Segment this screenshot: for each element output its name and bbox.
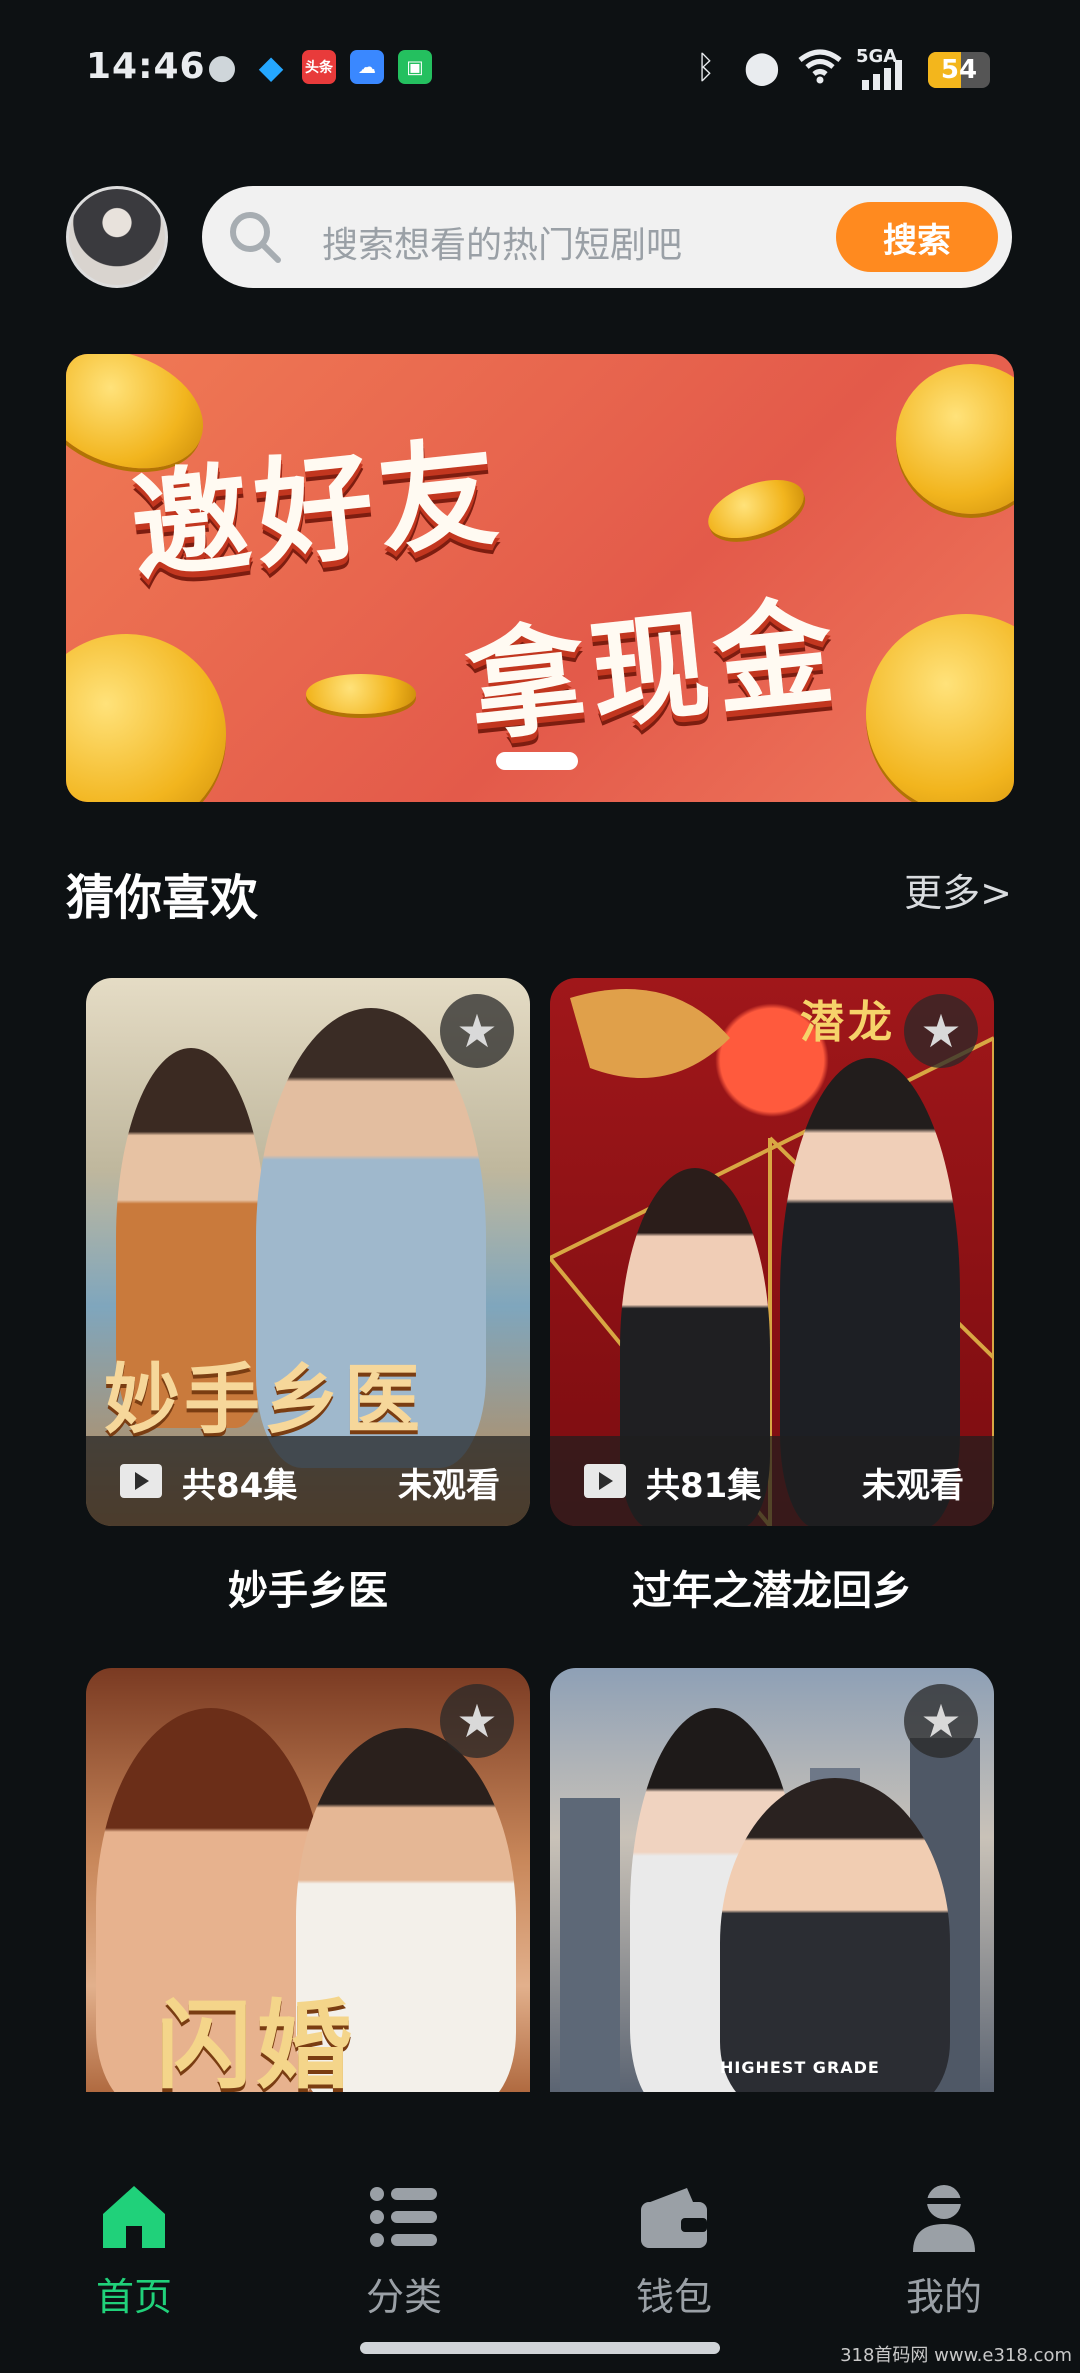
more-link[interactable]: 更多> [904, 862, 1012, 917]
drama-card[interactable]: 妙手乡医 ★ 共84集 未观看 [86, 978, 530, 1526]
play-icon [584, 1464, 626, 1498]
mall-icon: ▣ [398, 50, 432, 84]
nav-item-profile[interactable]: 我的 [864, 2180, 1024, 2321]
drama-card[interactable]: 闪婚 ★ [86, 1668, 530, 2092]
episode-info-bar: 共81集 未观看 [550, 1436, 994, 1526]
poster-title: 妙手乡医 [104, 1355, 424, 1444]
nav-item-home[interactable]: 首页 [54, 2180, 214, 2321]
search-button[interactable]: 搜索 [836, 202, 998, 272]
weather-icon: ☁ [350, 50, 384, 84]
coin-decoration [66, 634, 226, 802]
wifi-icon [796, 48, 844, 92]
home-icon [97, 2180, 171, 2254]
search-input[interactable]: 搜索想看的热门短剧吧 [322, 216, 682, 268]
user-icon [907, 2180, 981, 2254]
poster-title: 闪婚 [156, 1990, 356, 2092]
search-bar[interactable]: 搜索想看的热门短剧吧 搜索 [202, 186, 1012, 288]
section-title: 猜你喜欢 [66, 870, 259, 926]
toutiao-icon: 头条 [302, 50, 336, 84]
avatar[interactable] [66, 186, 168, 288]
favorite-star-icon[interactable]: ★ [440, 994, 514, 1068]
watermark: 318首码网 www.e318.com [840, 2345, 1072, 2366]
poster-title: 潜龙 [800, 997, 896, 1048]
coin-decoration [896, 364, 1014, 514]
poster-title: HIGHEST GRADE [720, 2058, 880, 2077]
drama-card[interactable]: 潜龙 ★ 共81集 未观看 [550, 978, 994, 1526]
nav-label: 首页 [95, 2275, 172, 2319]
episode-count: 共84集 [182, 1466, 298, 1506]
status-time: 14:46 [86, 46, 206, 87]
favorite-star-icon[interactable]: ★ [440, 1684, 514, 1758]
wechat-icon: ● [207, 47, 237, 87]
nav-label: 我的 [905, 2275, 982, 2319]
battery-indicator: 54 [928, 52, 990, 88]
list-icon [367, 2180, 441, 2254]
watch-status: 未观看 [862, 1466, 964, 1506]
favorite-star-icon[interactable]: ★ [904, 1684, 978, 1758]
episode-count: 共81集 [646, 1466, 762, 1506]
status-bar: 14:46 ● ◆ 头条 ☁ ▣ ᛒ ⬤ 5GA 54 [0, 0, 1080, 140]
qq-icon: ◆ [258, 48, 284, 86]
carousel-indicator[interactable] [496, 752, 578, 770]
drama-title[interactable]: 妙手乡医 [86, 1558, 530, 1616]
bottom-nav: 首页 分类 钱包 我的 [0, 2150, 1080, 2373]
search-icon [230, 212, 281, 263]
coin-decoration [700, 468, 812, 550]
coin-decoration [306, 674, 416, 714]
nav-label: 钱包 [635, 2275, 712, 2319]
location-icon: ⬤ [744, 48, 780, 86]
play-icon [120, 1464, 162, 1498]
bluetooth-icon: ᛒ [696, 48, 716, 86]
nav-item-category[interactable]: 分类 [324, 2180, 484, 2321]
signal-icon [862, 60, 912, 98]
nav-item-wallet[interactable]: 钱包 [594, 2180, 754, 2321]
watch-status: 未观看 [398, 1466, 500, 1506]
episode-info-bar: 共84集 未观看 [86, 1436, 530, 1526]
drama-card[interactable]: HIGHEST GRADE ★ [550, 1668, 994, 2092]
drama-title[interactable]: 过年之潜龙回乡 [550, 1558, 994, 1616]
promo-banner[interactable]: 邀好友 拿现金 [66, 354, 1014, 802]
banner-headline-2: 拿现金 [460, 581, 846, 759]
battery-level: 54 [940, 55, 978, 85]
favorite-star-icon[interactable]: ★ [904, 994, 978, 1068]
home-indicator[interactable] [360, 2342, 720, 2354]
nav-label: 分类 [365, 2275, 442, 2319]
coin-decoration [866, 614, 1014, 802]
wallet-icon [637, 2180, 711, 2254]
